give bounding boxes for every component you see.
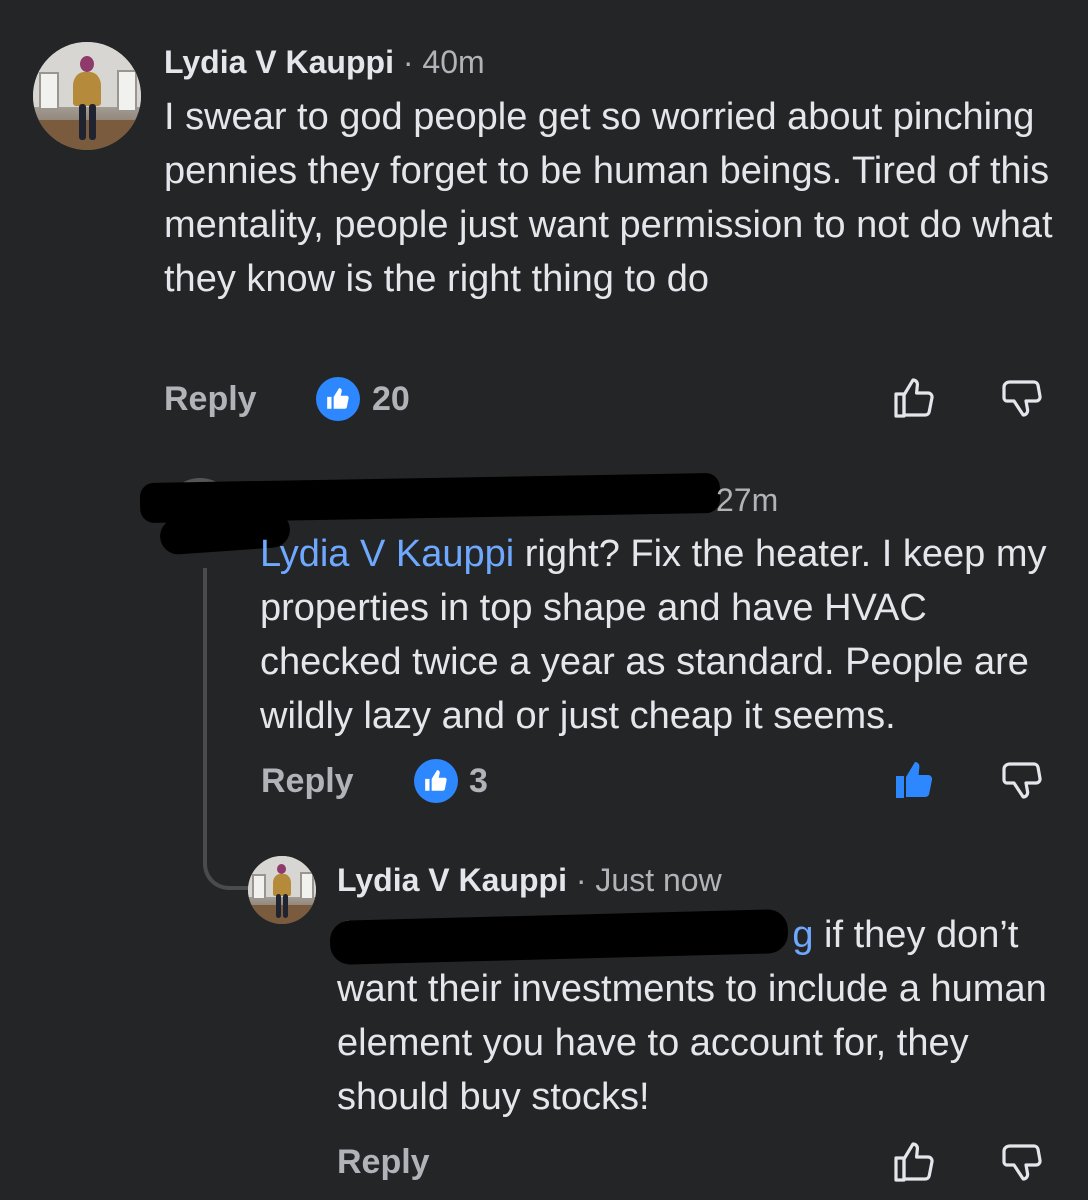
thumbs-down-outline-icon[interactable] [998, 1138, 1046, 1186]
comment-time[interactable]: 27m [716, 482, 778, 518]
thumbs-down-outline-icon[interactable] [998, 374, 1046, 422]
comment-author[interactable]: Lydia V Kauppi · Just now [337, 862, 722, 899]
reply-button[interactable]: Reply [261, 762, 354, 801]
comment-time[interactable]: 40m [422, 44, 484, 80]
reply-button[interactable]: Reply [337, 1143, 430, 1182]
comment-thread: Lydia V Kauppi · 40m I swear to god peop… [0, 0, 1088, 1200]
comment-time[interactable]: Just now [595, 862, 721, 898]
like-count[interactable]: 3 [469, 762, 488, 801]
separator: · [402, 44, 414, 80]
thumbs-up-filled-icon[interactable] [890, 756, 938, 804]
thumbs-up-outline-icon[interactable] [890, 374, 938, 422]
separator: · [575, 862, 587, 898]
reply-button[interactable]: Reply [164, 380, 257, 419]
like-reaction-icon[interactable] [316, 377, 360, 421]
comment-author: 27m [716, 482, 778, 519]
thread-connector-line [203, 568, 253, 890]
comment-text: Lydia V Kauppi right? Fix the heater. I … [260, 533, 1047, 737]
avatar[interactable] [33, 42, 141, 150]
like-count[interactable]: 20 [372, 380, 410, 419]
author-name[interactable]: Lydia V Kauppi [164, 44, 394, 80]
like-reaction-icon[interactable] [414, 759, 458, 803]
comment-author[interactable]: Lydia V Kauppi · 40m [164, 44, 485, 81]
avatar[interactable] [248, 856, 316, 924]
mention-link[interactable]: Lydia V Kauppi [260, 533, 514, 575]
thumbs-up-outline-icon[interactable] [890, 1138, 938, 1186]
author-name[interactable]: Lydia V Kauppi [337, 862, 567, 898]
comment-text: I swear to god people get so worried abo… [164, 96, 1053, 300]
thumbs-down-outline-icon[interactable] [998, 756, 1046, 804]
